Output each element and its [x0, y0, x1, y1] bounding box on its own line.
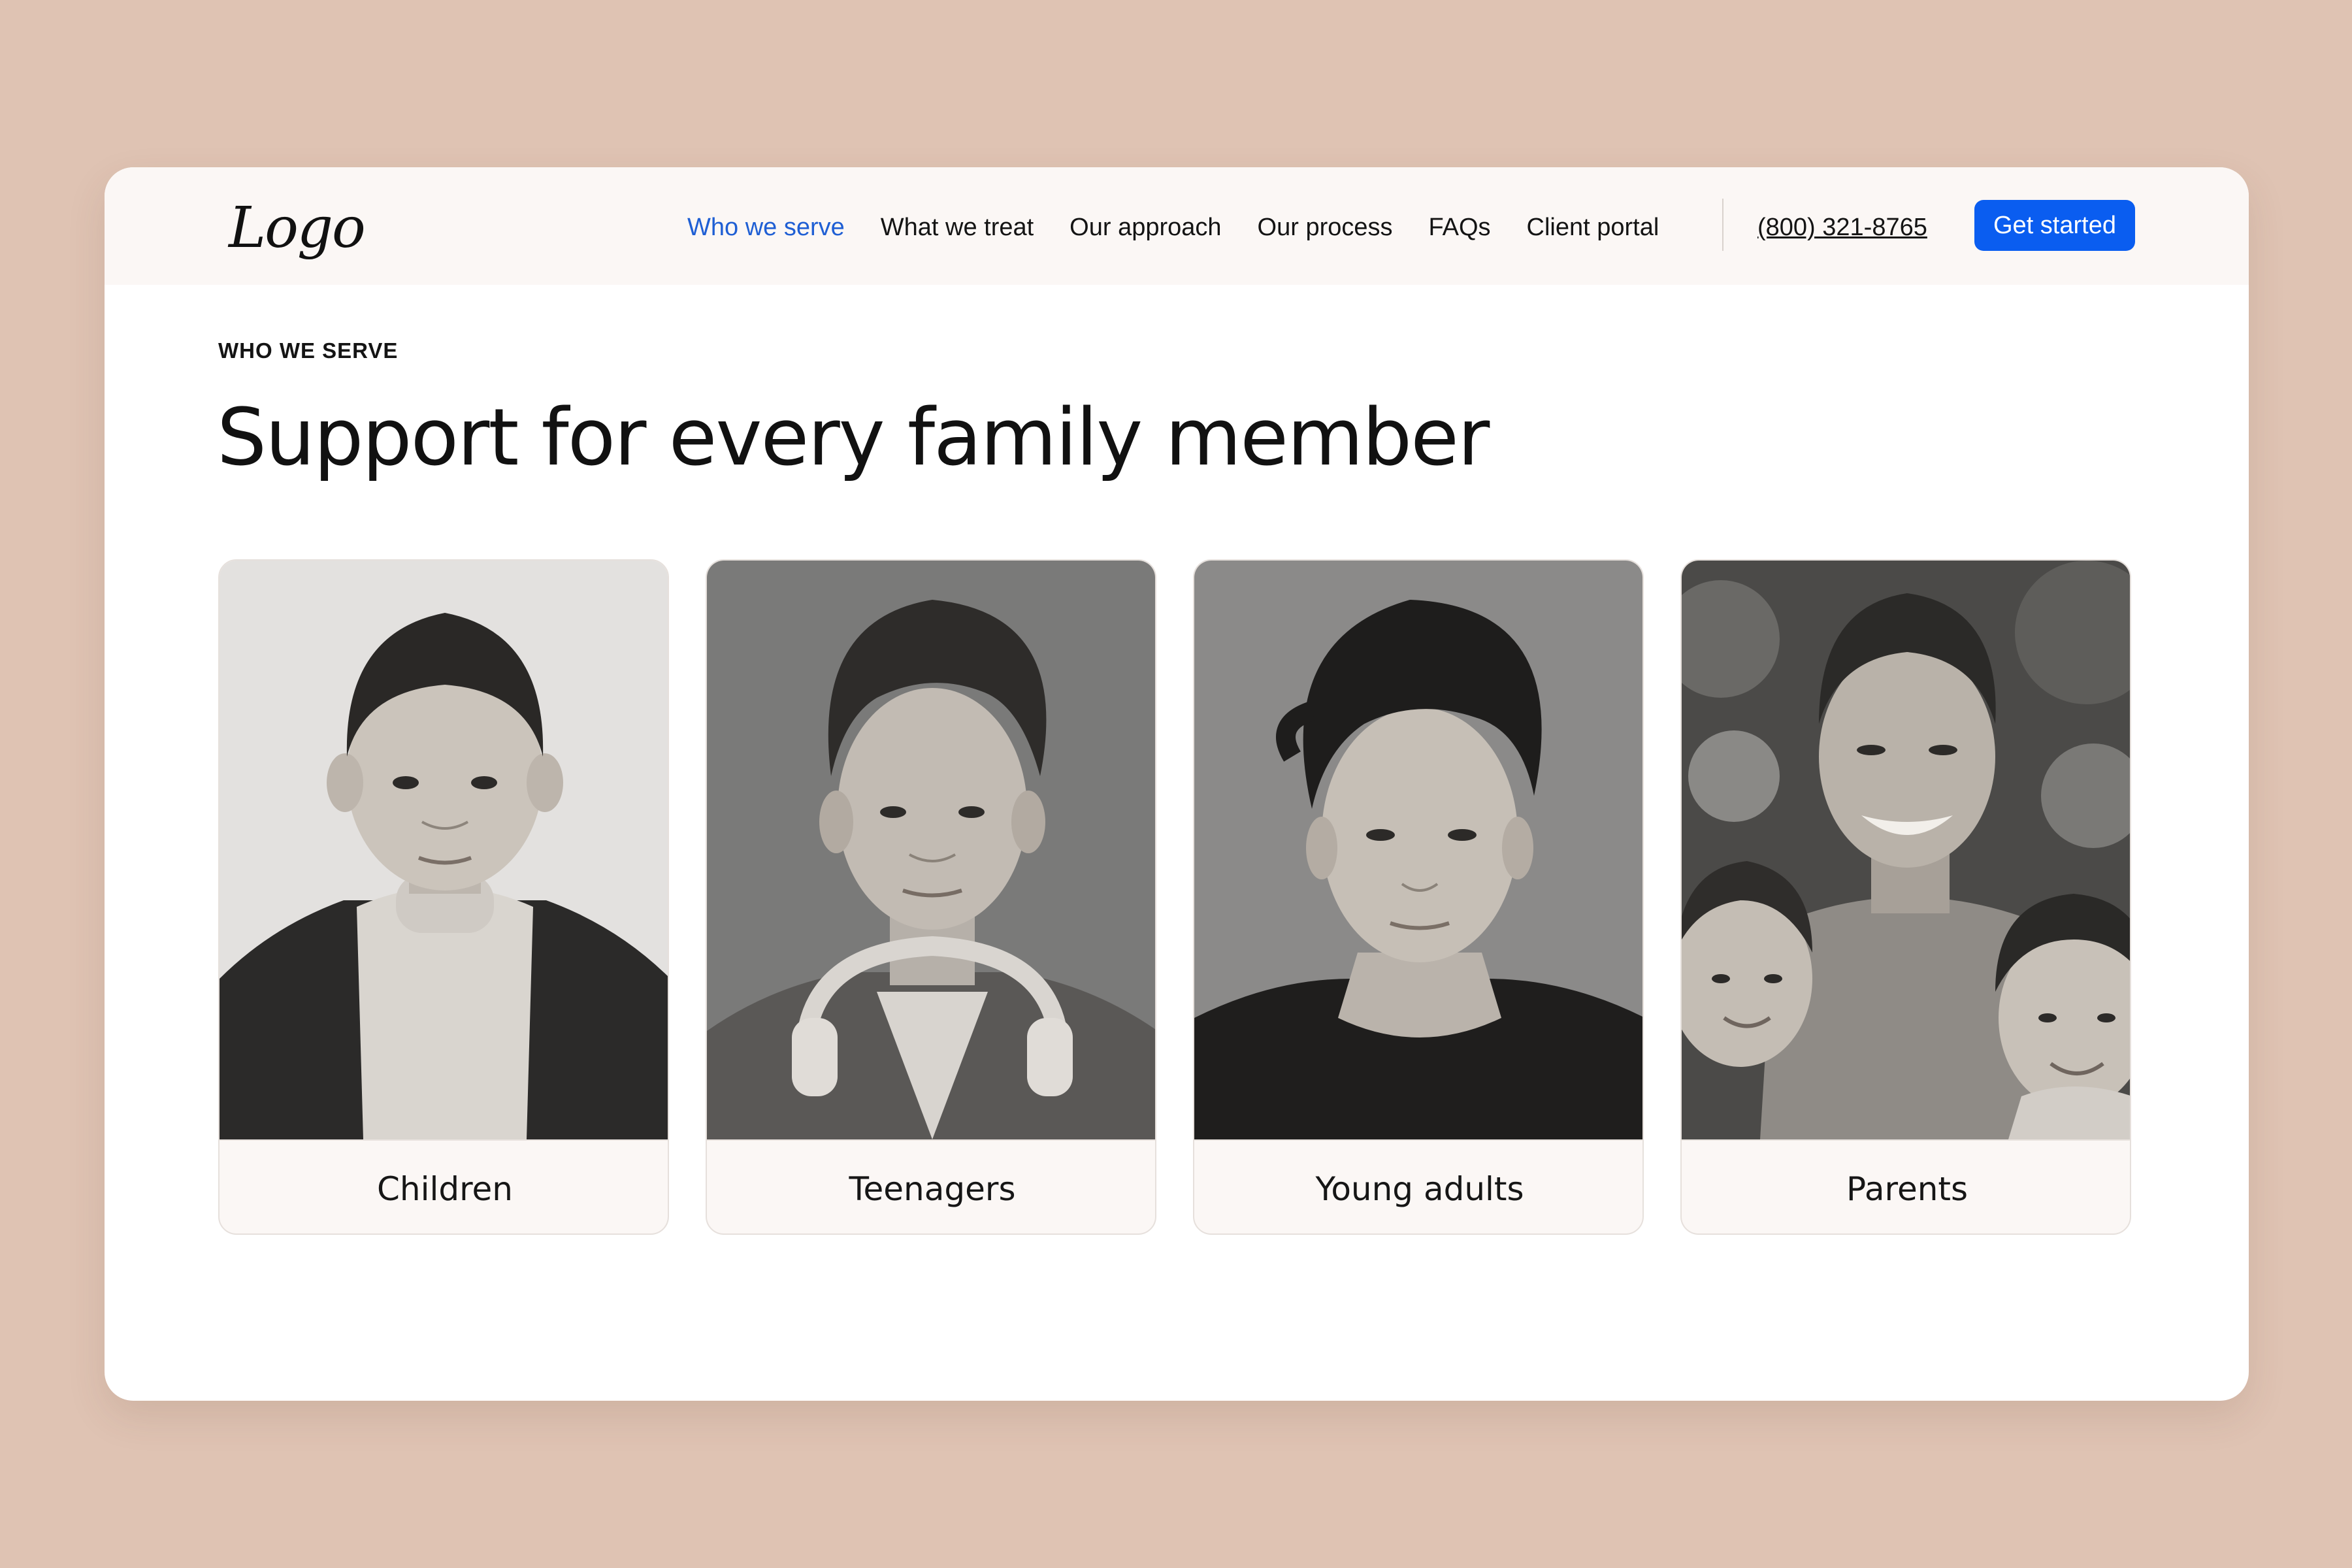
- page-window: Logo Who we serve What we treat Our appr…: [105, 167, 2249, 1401]
- card-label: Children: [220, 1139, 668, 1233]
- audience-grid: Children Teenagers Young adults Parents: [218, 559, 2131, 1235]
- site-header: Logo Who we serve What we treat Our appr…: [105, 167, 2249, 285]
- get-started-button[interactable]: Get started: [1974, 200, 2135, 251]
- nav-what-we-treat[interactable]: What we treat: [881, 214, 1034, 242]
- teenagers-photo: [707, 561, 1155, 1139]
- nav-divider: [1722, 199, 1723, 251]
- nav-our-process[interactable]: Our process: [1258, 214, 1393, 242]
- phone-link[interactable]: (800) 321-8765: [1757, 206, 1927, 248]
- nav-faqs[interactable]: FAQs: [1429, 214, 1491, 242]
- audience-card-teenagers[interactable]: Teenagers: [706, 559, 1156, 1235]
- page-title: Support for every family member: [217, 393, 1490, 483]
- card-label: Teenagers: [707, 1139, 1155, 1233]
- young-adults-photo: [1194, 561, 1642, 1139]
- nav-client-portal[interactable]: Client portal: [1527, 214, 1659, 242]
- logo[interactable]: Logo: [229, 199, 366, 257]
- parents-photo: [1682, 561, 2130, 1139]
- main-nav: Who we serve What we treat Our approach …: [687, 206, 1659, 248]
- children-photo: [220, 561, 668, 1139]
- nav-our-approach[interactable]: Our approach: [1070, 214, 1221, 242]
- section-eyebrow: WHO WE SERVE: [218, 338, 399, 363]
- audience-card-parents[interactable]: Parents: [1680, 559, 2131, 1235]
- audience-card-young-adults[interactable]: Young adults: [1193, 559, 1644, 1235]
- card-label: Parents: [1682, 1139, 2130, 1233]
- card-label: Young adults: [1194, 1139, 1642, 1233]
- nav-who-we-serve[interactable]: Who we serve: [687, 214, 845, 242]
- audience-card-children[interactable]: Children: [218, 559, 669, 1235]
